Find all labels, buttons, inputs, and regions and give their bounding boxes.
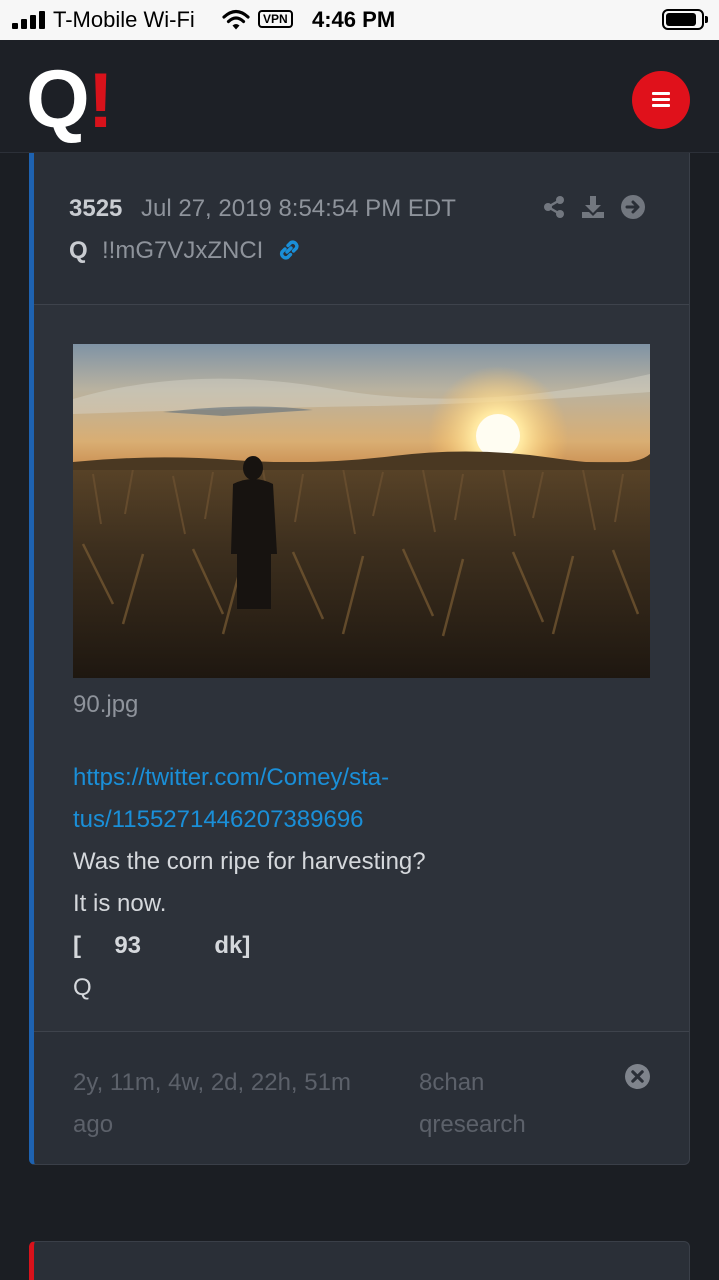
close-icon[interactable] xyxy=(625,1064,650,1089)
post-source: 8chan qresearch xyxy=(419,1069,526,1138)
post-text-line: Was the corn ripe for harvesting? xyxy=(73,848,426,875)
twitter-link-cont[interactable]: tus/1155271446207389696 xyxy=(73,805,364,835)
post-date: Jul 27, 2019 8:54:54 PM EDT xyxy=(141,195,456,222)
post-age: 2y, 11m, 4w, 2d, 22h, 51m ago xyxy=(73,1069,351,1138)
status-time: 4:46 PM xyxy=(312,7,396,32)
status-bar: T-Mobile Wi-Fi VPN 4:46 PM xyxy=(0,0,719,40)
post-body: 90.jpg https://twitter.com/Comey/sta- tu… xyxy=(34,305,689,1031)
image-filename[interactable]: 90.jpg xyxy=(73,691,138,719)
battery-icon xyxy=(662,9,708,30)
post-text-brackets: [ 93 dk] xyxy=(73,932,251,959)
link-icon[interactable] xyxy=(276,237,302,263)
post-header: 3525 Jul 27, 2019 8:54:54 PM EDT Q !!mG7… xyxy=(34,153,689,305)
post-footer: 2y, 11m, 4w, 2d, 22h, 51m ago 8chan qres… xyxy=(34,1031,689,1164)
post-image[interactable] xyxy=(73,344,650,678)
twitter-link[interactable]: https://twitter.com/Comey/sta- xyxy=(73,763,389,793)
arrow-right-circle-icon[interactable] xyxy=(621,195,645,219)
menu-button[interactable] xyxy=(632,71,690,129)
signal-icon xyxy=(12,11,48,29)
next-post-card xyxy=(29,1241,690,1280)
post-author: Q xyxy=(69,237,88,264)
post-card: 3525 Jul 27, 2019 8:54:54 PM EDT Q !!mG7… xyxy=(29,153,690,1165)
q-logo[interactable]: Q! xyxy=(26,59,114,141)
tripcode: !!mG7VJxZNCI xyxy=(102,237,264,264)
vpn-badge: VPN xyxy=(258,10,293,28)
hamburger-icon xyxy=(652,92,670,95)
post-signature: Q xyxy=(73,974,92,1001)
post-number[interactable]: 3525 xyxy=(69,195,122,223)
post-text-line: It is now. xyxy=(73,890,167,917)
wifi-icon xyxy=(222,9,250,30)
app-header: Q! xyxy=(0,40,719,153)
download-icon[interactable] xyxy=(581,195,605,219)
share-icon[interactable] xyxy=(542,195,566,219)
carrier-name: T-Mobile Wi-Fi xyxy=(53,7,195,32)
